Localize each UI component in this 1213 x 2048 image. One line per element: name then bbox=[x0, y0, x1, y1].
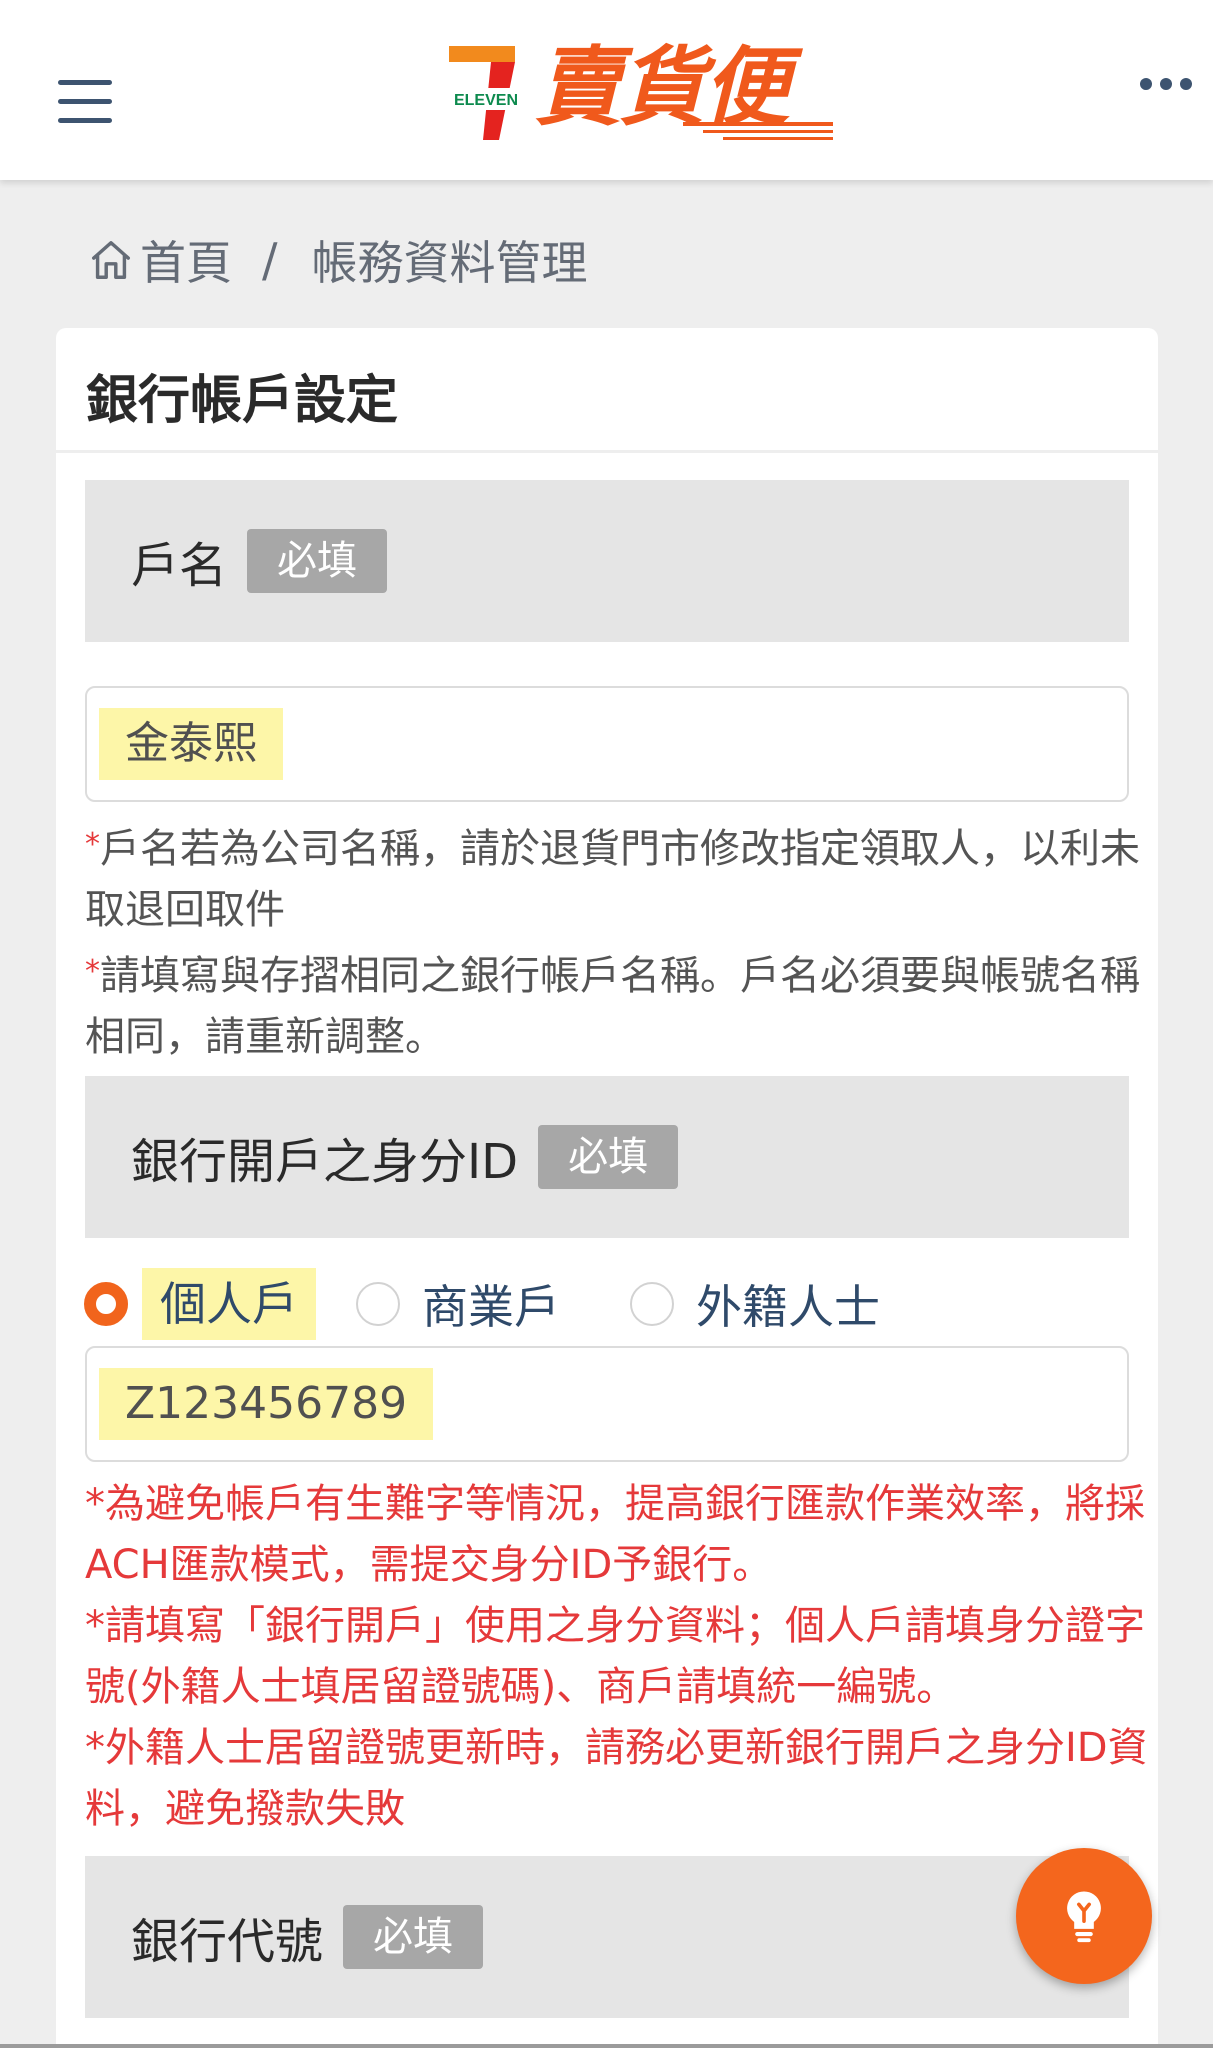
id-section-label: 銀行開戶之身分ID bbox=[131, 1134, 519, 1190]
card-divider bbox=[56, 450, 1158, 453]
account-name-note-2: *請填寫與存摺相同之銀行帳戶名稱。戶名必須要與帳號名稱相同，請重新調整。 bbox=[85, 953, 1140, 1060]
required-badge: 必填 bbox=[343, 1905, 484, 1969]
radio-checked-icon[interactable] bbox=[84, 1282, 128, 1326]
breadcrumb-home[interactable]: 首頁 bbox=[140, 227, 232, 293]
radio-unchecked-icon[interactable] bbox=[630, 1282, 674, 1326]
id-note-1: *為避免帳戶有生難字等情況，提高銀行匯款作業效率，將採ACH匯款模式，需提交身分… bbox=[85, 1481, 1145, 1588]
radio-foreigner[interactable]: 外籍人士 bbox=[630, 1264, 880, 1344]
account-name-notes: *戶名若為公司名稱，請於退貨門市修改指定領取人，以利未取退回取件 *請填寫與存摺… bbox=[85, 814, 1149, 1068]
tips-fab-button[interactable] bbox=[1016, 1848, 1152, 1984]
page-title: 銀行帳戶設定 bbox=[86, 371, 399, 431]
seven-eleven-logo-icon: ELEVEN bbox=[447, 46, 525, 140]
logo-brand-text: ELEVEN bbox=[454, 92, 518, 109]
lightbulb-icon bbox=[1067, 1891, 1101, 1943]
home-icon[interactable] bbox=[88, 237, 134, 283]
id-section-header: 銀行開戶之身分ID 必填 bbox=[85, 1076, 1129, 1238]
id-section-notes: *為避免帳戶有生難字等情況，提高銀行匯款作業效率，將採ACH匯款模式，需提交身分… bbox=[85, 1474, 1149, 1840]
account-name-label: 戶名 bbox=[131, 538, 228, 594]
breadcrumb: 首頁 / 帳務資料管理 bbox=[88, 230, 588, 290]
breadcrumb-separator: / bbox=[262, 233, 278, 287]
more-dots-icon[interactable] bbox=[1140, 76, 1192, 92]
bank-code-label: 銀行代號 bbox=[131, 1914, 324, 1970]
breadcrumb-current: 帳務資料管理 bbox=[311, 236, 588, 290]
logo[interactable]: ELEVEN 賣貨便 bbox=[447, 40, 847, 150]
bank-code-header: 銀行代號 必填 bbox=[85, 1856, 1129, 2018]
radio-label: 個人戶 bbox=[142, 1268, 316, 1340]
account-name-header: 戶名 必填 bbox=[85, 480, 1129, 642]
id-number-input[interactable]: Z123456789 bbox=[85, 1346, 1129, 1462]
radio-label: 商業戶 bbox=[422, 1280, 560, 1334]
id-type-radio-group: 個人戶 商業戶 外籍人士 bbox=[84, 1264, 1144, 1344]
required-badge: 必填 bbox=[538, 1125, 679, 1189]
id-number-value: Z123456789 bbox=[99, 1368, 434, 1440]
radio-individual[interactable]: 個人戶 bbox=[84, 1264, 316, 1344]
id-note-2: *請填寫「銀行開戶」使用之身分資料；個人戶請填身分證字號(外籍人士填居留證號碼)… bbox=[85, 1603, 1145, 1710]
account-name-note-1: *戶名若為公司名稱，請於退貨門市修改指定領取人，以利未取退回取件 bbox=[85, 826, 1140, 933]
id-note-3: *外籍人士居留證號更新時，請務必更新銀行開戶之身分ID資料，避免撥款失敗 bbox=[85, 1725, 1148, 1832]
radio-business[interactable]: 商業戶 bbox=[356, 1264, 560, 1344]
required-badge: 必填 bbox=[247, 529, 388, 593]
logo-speed-lines bbox=[683, 122, 833, 140]
account-name-value: 金泰熙 bbox=[99, 708, 283, 780]
bottom-divider bbox=[0, 2044, 1213, 2048]
app-header: ELEVEN 賣貨便 bbox=[0, 0, 1213, 180]
bank-account-card: 銀行帳戶設定 戶名 必填 金泰熙 *戶名若為公司名稱，請於退貨門市修改指定領取人… bbox=[56, 328, 1158, 2048]
radio-label: 外籍人士 bbox=[696, 1280, 880, 1334]
radio-unchecked-icon[interactable] bbox=[356, 1282, 400, 1326]
account-name-input[interactable]: 金泰熙 bbox=[85, 686, 1129, 802]
hamburger-menu-icon[interactable] bbox=[58, 80, 112, 124]
